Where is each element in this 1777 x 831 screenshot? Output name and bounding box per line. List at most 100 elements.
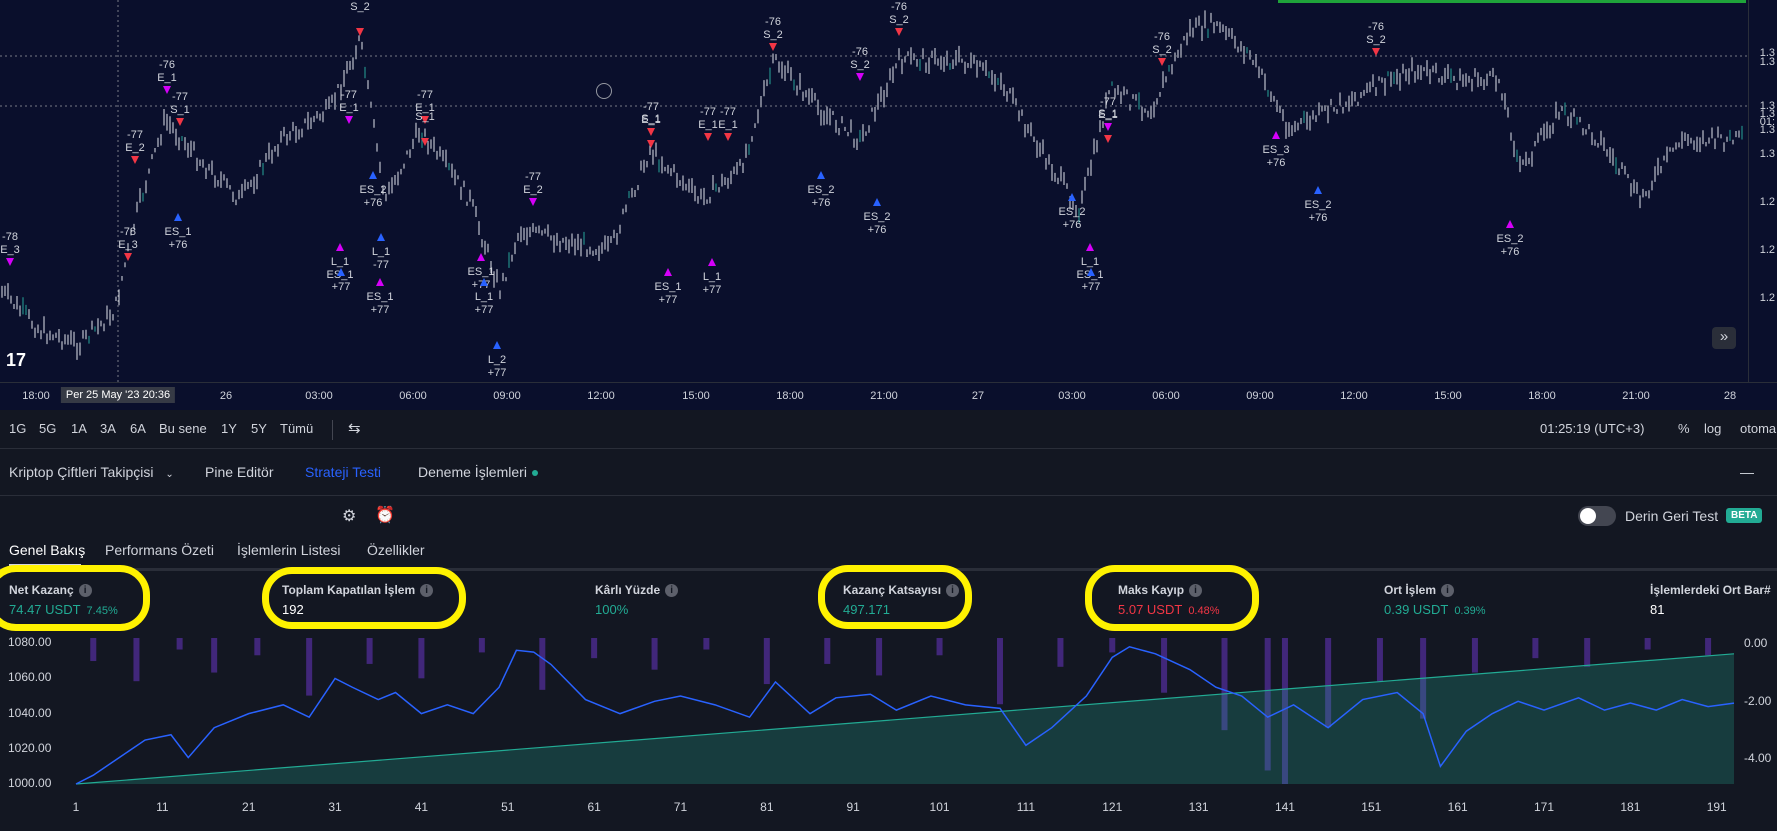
range-button[interactable]: 5G xyxy=(39,421,56,436)
time-axis[interactable]: 18:00 Per 25 May '23 20:36 26 03:00 06:00 09:… xyxy=(0,382,1777,411)
alarm-icon[interactable]: ⏰ xyxy=(375,505,395,525)
date-range-bar: 1G 5G 1A 3A 6A Bu sene 1Y 5Y Tümü ⇆ 01:25:19 (UT… xyxy=(0,410,1777,449)
drawdown-bar xyxy=(418,638,425,679)
percent-scale-toggle[interactable]: % xyxy=(1678,421,1690,436)
short-entry-arrow-icon xyxy=(856,73,864,81)
short-entry-arrow-icon xyxy=(131,156,139,164)
clock-readout[interactable]: 01:25:19 (UTC+3) xyxy=(1540,421,1644,436)
signal-label: -76 xyxy=(1368,21,1384,33)
minimize-panel-button[interactable]: — xyxy=(1740,464,1754,480)
signal-label: +77 xyxy=(1082,281,1101,293)
price-tick-label: 1.2 xyxy=(1759,196,1775,208)
candlestick-svg[interactable]: -78E_3-78E_3-77E_2-76E_1-77S_1ES_1+76-77… xyxy=(0,0,1749,382)
short-entry-arrow-icon xyxy=(176,118,184,126)
deep-backtest-label: Derin Geri Test xyxy=(1625,508,1719,524)
range-button[interactable]: 1G xyxy=(9,421,26,436)
tab-pine-editor[interactable]: Pine Editör xyxy=(205,464,273,480)
short-entry-arrow-icon xyxy=(647,128,655,136)
signal-label: -78 xyxy=(2,231,18,243)
range-button[interactable]: 5Y xyxy=(251,421,267,436)
equity-svg[interactable] xyxy=(0,638,1777,831)
short-entry-arrow-icon xyxy=(704,133,712,141)
signal-sublabel: +77 xyxy=(659,294,678,306)
highlight-circle xyxy=(262,567,466,629)
signal-label: L_1 xyxy=(372,246,390,258)
tab-list-of-trades[interactable]: İşlemlerin Listesi xyxy=(237,542,340,558)
signal-label: -77 xyxy=(417,89,433,101)
short-entry-arrow-icon xyxy=(895,28,903,36)
signal-label: ES_1 xyxy=(367,291,394,303)
equity-x-tick: 51 xyxy=(501,800,515,814)
drawdown-bar xyxy=(1161,638,1168,693)
range-button[interactable]: 1A xyxy=(71,421,87,436)
tab-properties[interactable]: Özellikler xyxy=(367,542,425,558)
info-icon[interactable]: i xyxy=(665,584,679,598)
time-tick-label: 27 xyxy=(971,390,985,402)
signal-sublabel: +76 xyxy=(812,197,831,209)
range-button[interactable]: 6A xyxy=(130,421,146,436)
drawdown-bar xyxy=(176,638,183,650)
drawdown-bar xyxy=(366,638,373,664)
time-tick-label: 03:00 xyxy=(1058,390,1086,402)
equity-chart[interactable]: 1080.00 1060.00 1040.00 1020.00 1000.00 0.00 -… xyxy=(0,635,1777,831)
price-chart[interactable]: -78 E_3 -78 E_3 -77 E_2 -76 E_1 -77 S_1 ES_1 +76 -77… xyxy=(0,0,1777,382)
log-scale-toggle[interactable]: log xyxy=(1704,421,1721,436)
signal-sublabel: +76 xyxy=(1063,219,1082,231)
drawdown-bar xyxy=(211,638,218,673)
signal-sublabel: E_1 xyxy=(157,72,177,84)
long-entry-arrow-icon xyxy=(493,341,501,349)
tab-overview[interactable]: Genel Bakış xyxy=(9,542,85,558)
equity-x-tick: 151 xyxy=(1361,800,1382,814)
drawdown-bar xyxy=(703,638,710,650)
tradingview-logo: 17 xyxy=(6,350,27,370)
equity-x-tick: 101 xyxy=(929,800,950,814)
signal-label: ES_1 xyxy=(165,226,192,238)
chevron-down-icon[interactable]: ⌄ xyxy=(165,469,173,480)
drawdown-bar xyxy=(824,638,831,664)
time-tick-label: 09:00 xyxy=(493,390,521,402)
range-button[interactable]: 1Y xyxy=(221,421,237,436)
range-button[interactable]: Bu sene xyxy=(159,421,207,436)
stat-percent-profitable: Kârlı Yüzde i 100% xyxy=(595,583,679,617)
equity-x-tick: 141 xyxy=(1274,800,1295,814)
price-tick-label: 1.2 xyxy=(1759,244,1775,256)
price-axis[interactable]: 1.3 1.3 1.3 1.3 01: 1.3 1.3 1.2 1.2 1.2 xyxy=(1748,0,1777,382)
highlight-circle xyxy=(818,565,972,629)
drawdown-bar xyxy=(133,638,140,682)
signal-label: +77 xyxy=(332,281,351,293)
signal-label: -77 xyxy=(341,89,357,101)
equity-x-tick: 171 xyxy=(1534,800,1555,814)
equity-x-tick: 131 xyxy=(1188,800,1209,814)
equity-y-tick: 1020.00 xyxy=(8,740,52,755)
drawdown-bar xyxy=(936,638,943,656)
signal-label: ES_2 xyxy=(360,184,387,196)
short-entry-arrow-icon xyxy=(529,198,537,206)
signal-label: -77 xyxy=(700,106,716,118)
time-tick-label: 26 xyxy=(219,390,233,402)
signal-label: -77 xyxy=(127,129,143,141)
signal-sublabel: +77 xyxy=(703,284,722,296)
drawdown-y-tick: 0.00 xyxy=(1744,636,1768,650)
tab-strategy-tester[interactable]: Strateji Testi xyxy=(305,464,381,480)
signal-label: -78 xyxy=(120,226,136,238)
price-tick-label: 1.3 xyxy=(1759,124,1775,136)
info-icon[interactable]: i xyxy=(1441,584,1455,598)
equity-x-tick: 161 xyxy=(1447,800,1468,814)
signal-sublabel: S_1 xyxy=(170,104,190,116)
long-entry-arrow-icon xyxy=(664,268,672,276)
tab-paper-trading[interactable]: Deneme İşlemleri xyxy=(418,464,538,480)
range-button[interactable]: Tümü xyxy=(280,421,313,436)
tab-performance-summary[interactable]: Performans Özeti xyxy=(105,542,214,558)
calendar-range-icon[interactable]: ⇆ xyxy=(348,419,361,437)
signal-sublabel: -77 xyxy=(373,259,389,271)
short-entry-arrow-icon xyxy=(6,258,14,266)
auto-scale-toggle[interactable]: otoma xyxy=(1740,421,1776,436)
scroll-to-realtime-button[interactable]: » xyxy=(1712,327,1736,349)
signal-label: -76 xyxy=(1154,31,1170,43)
gear-icon[interactable]: ⚙ xyxy=(342,506,356,526)
deep-backtest-toggle[interactable] xyxy=(1578,506,1616,526)
range-button[interactable]: 3A xyxy=(100,421,116,436)
signal-label: L_1 xyxy=(703,271,721,283)
signal-label: -76 xyxy=(765,16,781,28)
tab-crypto-pairs[interactable]: Kriptop Çiftleri Takipçisi ⌄ xyxy=(9,464,174,480)
